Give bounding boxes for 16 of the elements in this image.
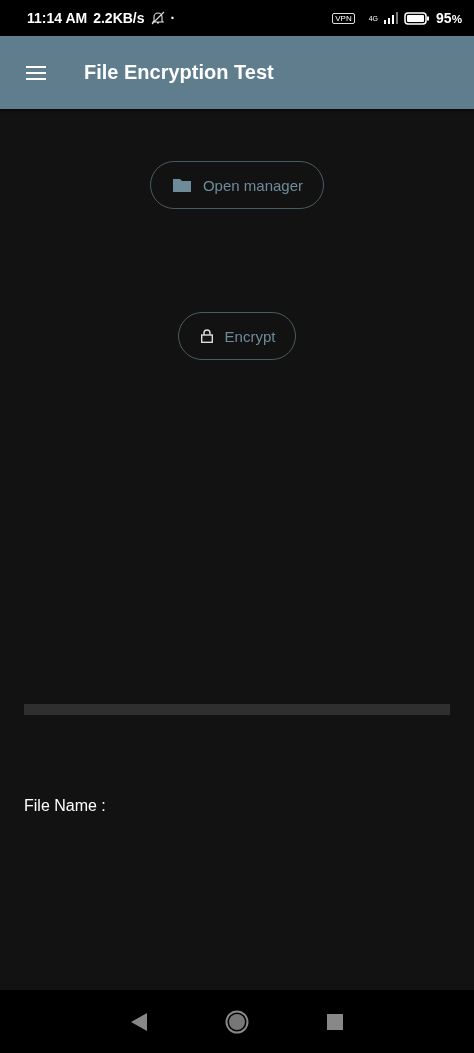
signal-icon bbox=[384, 12, 399, 24]
bell-off-icon bbox=[150, 11, 165, 25]
clock: 11:14 AM bbox=[27, 10, 88, 26]
vpn-badge: VPN bbox=[332, 12, 355, 24]
folder-icon bbox=[172, 178, 191, 192]
menu-icon[interactable] bbox=[26, 65, 46, 80]
lock-icon bbox=[200, 329, 213, 343]
back-icon[interactable] bbox=[131, 1012, 147, 1031]
recents-icon[interactable] bbox=[327, 1013, 343, 1030]
home-icon[interactable] bbox=[225, 1009, 249, 1034]
battery-icon bbox=[404, 11, 431, 25]
app-title: File Encryption Test bbox=[84, 61, 274, 84]
notification-dot: · bbox=[170, 10, 176, 26]
network-speed: 2.2KB/s bbox=[93, 10, 145, 26]
file-name-label: File Name : bbox=[24, 797, 106, 815]
battery-percent: 95% bbox=[436, 10, 462, 26]
